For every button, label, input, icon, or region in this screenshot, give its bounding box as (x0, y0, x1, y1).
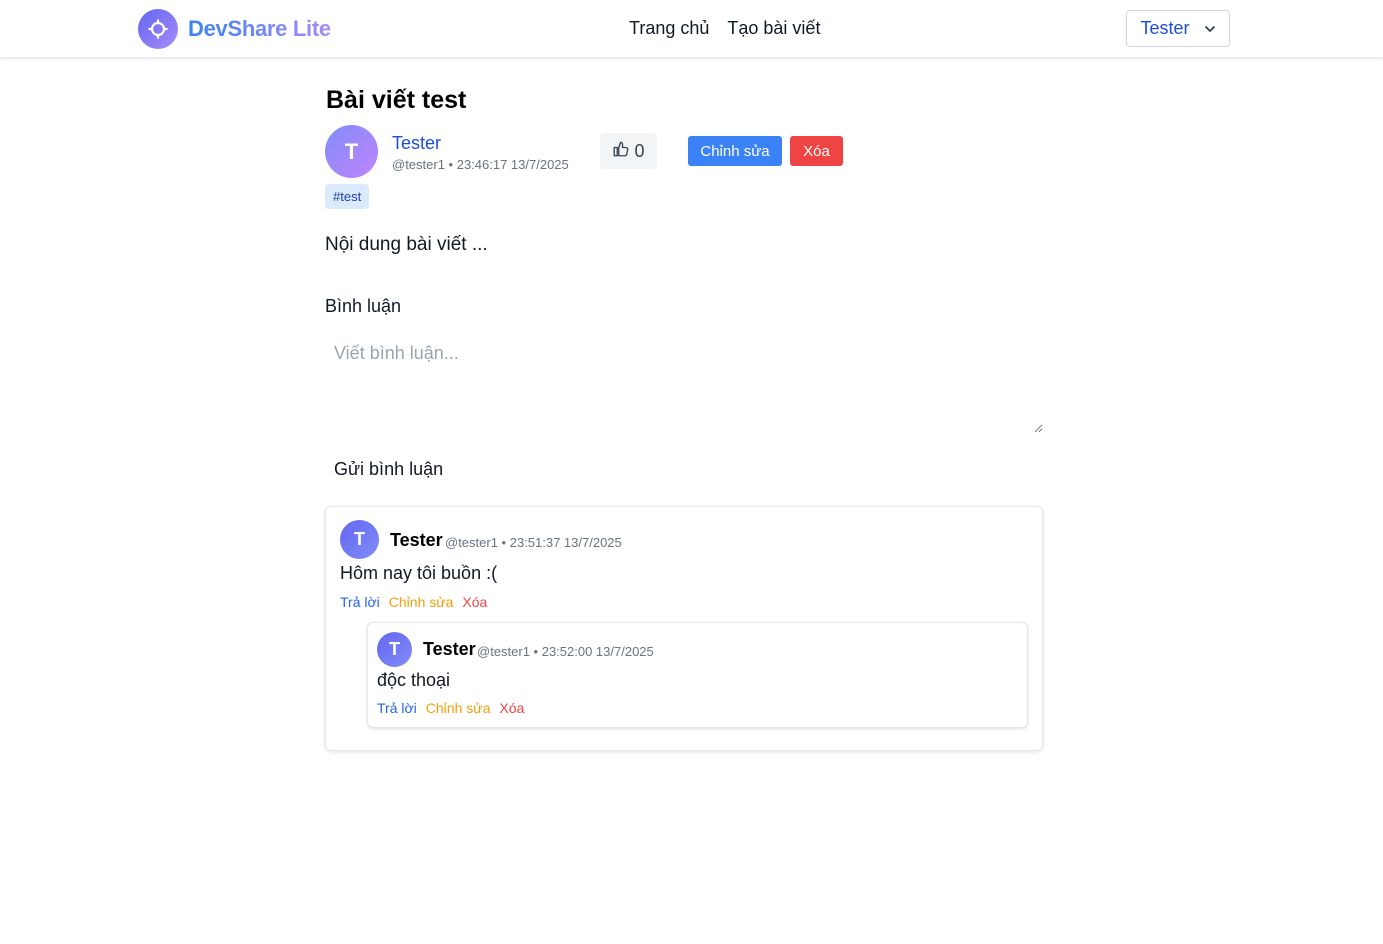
comment-text: Hôm nay tôi buồn :( (340, 563, 498, 583)
brand-name: DevShare Lite (188, 16, 331, 41)
nav-create-post-link[interactable]: Tạo bài viết (727, 18, 820, 39)
post-title: Bài viết test (326, 86, 467, 114)
reply-item: T Tester @tester1 • 23:52:00 13/7/2025 đ… (367, 622, 1028, 728)
comment-edit-button[interactable]: Chỉnh sửa (389, 594, 454, 610)
top-navbar: DevShare Lite Trang chủ Tạo bài viết Tes… (0, 0, 1383, 58)
comment-author-name: Tester (390, 530, 443, 550)
comments-heading: Bình luận (325, 296, 402, 316)
reply-text: độc thoại (377, 670, 451, 690)
author-avatar: T (325, 125, 378, 178)
post-author-row: T Tester @tester1 • 23:46:17 13/7/2025 0… (325, 125, 1043, 181)
submit-comment-button[interactable]: Gửi bình luận (334, 459, 443, 480)
user-menu-name: Tester (1140, 18, 1190, 38)
main-nav: Trang chủ Tạo bài viết (629, 18, 820, 39)
reply-delete-button[interactable]: Xóa (499, 700, 524, 716)
reply-edit-button[interactable]: Chỉnh sửa (426, 700, 491, 716)
reply-actions: Trả lời Chỉnh sửa Xóa (377, 700, 524, 716)
reply-meta: @tester1 • 23:52:00 13/7/2025 (477, 644, 654, 659)
user-menu-button[interactable]: Tester (1126, 10, 1230, 47)
thumbs-up-icon (612, 140, 630, 163)
comment-delete-button[interactable]: Xóa (462, 594, 487, 610)
post-tag[interactable]: #test (325, 184, 370, 209)
post-detail: Bài viết test T Tester @tester1 • 23:46:… (325, 86, 1043, 751)
comment-item: T Tester @tester1 • 23:51:37 13/7/2025 H… (325, 506, 1043, 751)
brand-logo[interactable]: DevShare Lite (138, 9, 331, 49)
author-name-link[interactable]: Tester (392, 133, 441, 154)
like-button[interactable]: 0 (600, 133, 657, 169)
comment-actions: Trả lời Chỉnh sửa Xóa (340, 594, 487, 610)
reply-author-name: Tester (423, 639, 476, 659)
comment-input[interactable] (325, 337, 1043, 433)
post-body: Nội dung bài viết ... (325, 234, 488, 255)
post-meta: @tester1 • 23:46:17 13/7/2025 (392, 157, 569, 172)
reply-avatar: T (377, 632, 412, 667)
delete-post-button[interactable]: Xóa (790, 136, 843, 166)
reply-reply-button[interactable]: Trả lời (377, 700, 417, 716)
comment-meta: @tester1 • 23:51:37 13/7/2025 (445, 535, 622, 550)
chevron-down-icon (1204, 20, 1216, 38)
edit-post-button[interactable]: Chỉnh sửa (688, 136, 782, 166)
nav-home-link[interactable]: Trang chủ (629, 18, 709, 39)
logo-crosshair-icon (138, 9, 178, 49)
comment-reply-button[interactable]: Trả lời (340, 594, 380, 610)
like-count: 0 (634, 140, 645, 161)
comment-avatar: T (340, 520, 379, 559)
